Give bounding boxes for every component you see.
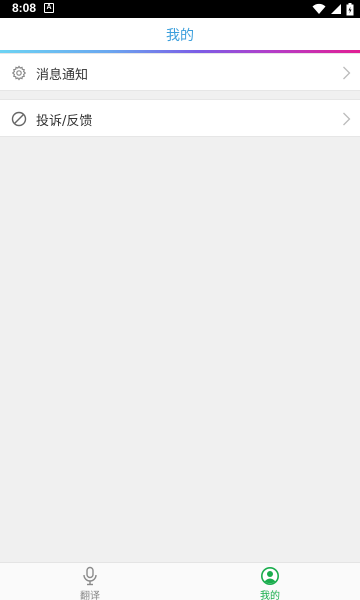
prohibited-icon — [11, 111, 27, 127]
chevron-right-icon — [343, 112, 351, 126]
chevron-right-icon — [343, 66, 351, 80]
tab-label: 我的 — [260, 591, 280, 600]
battery-icon — [346, 2, 354, 15]
person-circle-icon — [261, 567, 279, 585]
tab-mine[interactable]: 我的 — [180, 563, 360, 600]
page-title: 我的 — [166, 28, 194, 44]
gear-icon — [11, 65, 27, 81]
notification-icon: A — [44, 3, 54, 13]
menu-item-feedback[interactable]: 投诉/反馈 — [0, 99, 360, 137]
menu-item-label: 投诉/反馈 — [36, 114, 93, 129]
status-icons — [312, 2, 354, 16]
status-time: 8:08 — [12, 1, 37, 15]
tab-label: 翻译 — [80, 591, 100, 600]
app-bar: 我的 — [0, 18, 360, 50]
menu-item-notifications[interactable]: 消息通知 — [0, 53, 360, 91]
signal-icon — [331, 4, 341, 14]
tab-translate[interactable]: 翻译 — [0, 563, 180, 600]
bottom-navigation: 翻译 我的 — [0, 562, 360, 600]
status-bar: 8:08 A — [0, 0, 360, 18]
microphone-icon — [83, 566, 97, 586]
menu-item-label: 消息通知 — [36, 68, 89, 83]
wifi-icon — [312, 3, 326, 15]
